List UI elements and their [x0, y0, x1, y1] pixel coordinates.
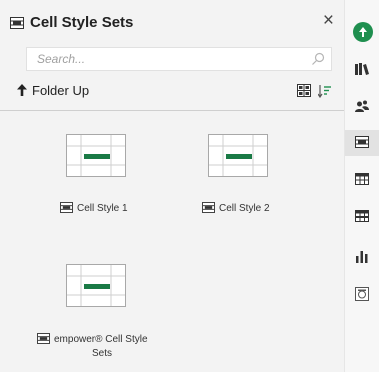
chart-icon	[356, 251, 368, 263]
users-icon	[355, 100, 369, 112]
search-box	[26, 47, 332, 71]
item-label: empower® Cell Style	[37, 333, 148, 345]
item-name: Cell Style 1	[77, 203, 128, 214]
library-button[interactable]	[345, 56, 379, 82]
image-icon	[355, 287, 369, 301]
arrow-up-icon[interactable]	[16, 83, 28, 97]
item-label: Cell Style 2	[202, 202, 270, 214]
toolbar-divider	[0, 110, 344, 111]
item-label-line2: Sets	[92, 348, 112, 359]
cell-style-icon	[202, 202, 215, 213]
empower-logo-icon[interactable]	[353, 22, 373, 42]
table-icon	[355, 173, 369, 185]
cell-style-thumbnail	[208, 134, 268, 177]
search-input[interactable]	[27, 48, 307, 70]
cell-style-icon	[355, 136, 369, 148]
chart-button[interactable]	[345, 243, 379, 269]
sort-icon[interactable]	[318, 84, 332, 98]
cell-style-sets-panel: Cell Style Sets × Folder Up	[0, 0, 344, 372]
style-bar	[226, 154, 252, 159]
table-layout-button[interactable]	[345, 204, 379, 230]
panel-header: Cell Style Sets ×	[0, 0, 344, 44]
cell-style-icon	[10, 17, 24, 29]
image-button[interactable]	[345, 281, 379, 307]
folder-up-button[interactable]: Folder Up	[32, 83, 89, 98]
grid-view-icon[interactable]	[297, 84, 311, 97]
item-name-continued: Sets	[92, 348, 113, 359]
item-name: Cell Style 2	[219, 203, 270, 214]
close-button[interactable]: ×	[323, 11, 334, 30]
style-bar	[84, 284, 110, 289]
table-button[interactable]	[345, 167, 379, 193]
users-button[interactable]	[345, 93, 379, 119]
panel-title: Cell Style Sets	[30, 14, 134, 31]
cell-style-thumbnail	[66, 134, 126, 177]
panel-toolbar: Folder Up	[0, 78, 344, 104]
cell-style-button[interactable]	[345, 130, 379, 156]
cell-style-item[interactable]: empower® Cell Style Sets	[30, 258, 170, 368]
search-icon[interactable]	[311, 52, 325, 66]
cell-style-item[interactable]: Cell Style 2	[172, 128, 292, 218]
table-layout-icon	[355, 210, 369, 222]
item-name: empower® Cell Style	[54, 334, 148, 345]
item-label: Cell Style 1	[60, 202, 128, 214]
cell-style-thumbnail	[66, 264, 126, 307]
library-icon	[355, 63, 369, 75]
right-rail	[344, 0, 379, 372]
style-bar	[84, 154, 110, 159]
cell-style-icon	[37, 333, 50, 344]
cell-style-item[interactable]: Cell Style 1	[30, 128, 150, 218]
cell-style-icon	[60, 202, 73, 213]
